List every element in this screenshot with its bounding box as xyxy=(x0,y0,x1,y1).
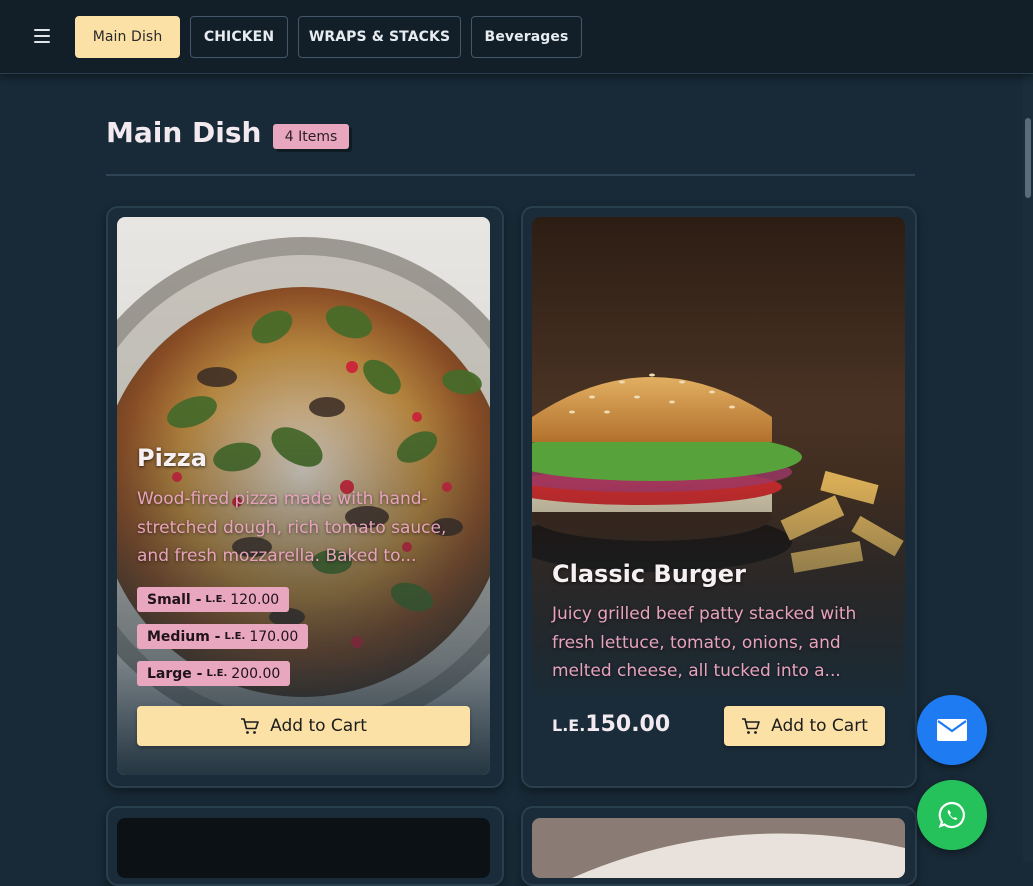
item-description: Wood-fired pizza made with hand- stretch… xyxy=(137,485,477,571)
add-to-cart-button[interactable]: Add to Cart xyxy=(724,706,885,746)
currency-label: L.E. xyxy=(205,594,227,605)
size-option-large[interactable]: Large - L.E. 200.00 xyxy=(137,661,291,686)
add-to-cart-button[interactable]: Add to Cart xyxy=(137,706,470,746)
description-line: Wood-fired pizza made with hand- xyxy=(137,489,428,509)
item-count-badge: 4 Items xyxy=(273,124,349,149)
description-line: Juicy grilled beef patty stacked with xyxy=(552,604,857,624)
tab-wraps-stacks[interactable]: WRAPS & STACKS xyxy=(298,16,461,58)
size-option-small[interactable]: Small - L.E. 120.00 xyxy=(137,587,290,612)
item-description: Juicy grilled beef patty stacked with fr… xyxy=(552,600,897,686)
size-option-medium[interactable]: Medium - L.E. 170.00 xyxy=(137,624,309,649)
item-image xyxy=(117,818,490,878)
section-title: Main Dish xyxy=(106,116,262,149)
description-line: stretched dough, rich tomato sauce, xyxy=(137,517,447,538)
description-line: and fresh mozzarella. Baked to... xyxy=(137,546,417,566)
currency-label: L.E. xyxy=(224,631,246,642)
add-to-cart-label: Add to Cart xyxy=(270,716,367,736)
hamburger-menu-icon[interactable] xyxy=(34,29,50,43)
description-line: melted cheese, all tucked into a... xyxy=(552,661,841,681)
size-label: Large - xyxy=(147,665,203,682)
price-amount: 150.00 xyxy=(585,712,671,737)
size-price: 120.00 xyxy=(230,591,280,608)
tab-chicken[interactable]: CHICKEN xyxy=(190,16,288,58)
cart-icon xyxy=(241,718,259,734)
tab-main-dish[interactable]: Main Dish xyxy=(75,16,180,58)
item-name: Classic Burger xyxy=(552,560,746,588)
section-divider xyxy=(106,174,915,176)
email-contact-button[interactable] xyxy=(917,695,987,765)
cart-icon xyxy=(742,718,760,734)
top-navigation-bar: Main Dish CHICKEN WRAPS & STACKS Beverag… xyxy=(0,0,1033,74)
item-image xyxy=(532,818,905,878)
currency-label: L.E. xyxy=(552,716,586,735)
item-price: L.E.150.00 xyxy=(552,712,670,737)
item-name: Pizza xyxy=(137,444,207,472)
description-line: fresh lettuce, tomato, onions, and xyxy=(552,632,841,653)
size-price: 200.00 xyxy=(231,665,281,682)
size-label: Small - xyxy=(147,591,202,608)
whatsapp-icon xyxy=(938,801,965,829)
tab-beverages[interactable]: Beverages xyxy=(471,16,582,58)
page-scrollbar[interactable] xyxy=(1023,74,1033,862)
add-to-cart-label: Add to Cart xyxy=(771,716,868,736)
size-label: Medium - xyxy=(147,628,221,645)
size-price: 170.00 xyxy=(249,628,299,645)
currency-label: L.E. xyxy=(206,668,228,679)
scrollbar-thumb[interactable] xyxy=(1025,118,1031,198)
envelope-icon xyxy=(937,719,967,741)
whatsapp-contact-button[interactable] xyxy=(917,780,987,850)
